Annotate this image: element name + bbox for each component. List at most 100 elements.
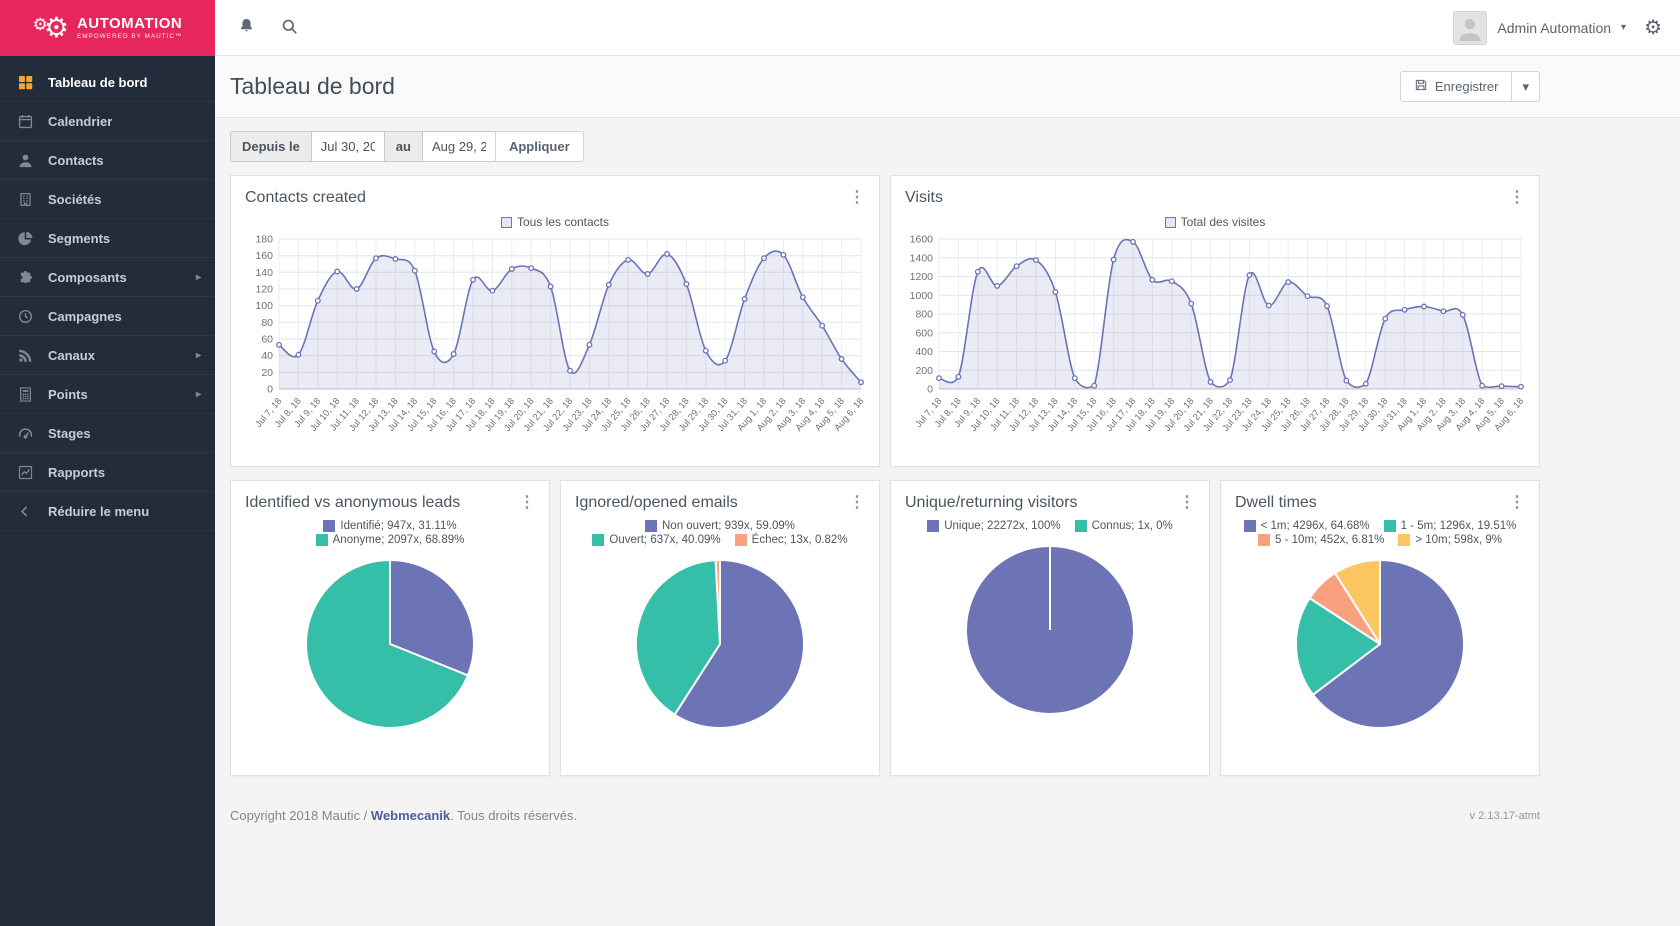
card-menu-button[interactable]: ⋮ <box>849 190 865 206</box>
sidebar-item-label: Contacts <box>48 153 104 168</box>
legend-swatch <box>1384 520 1396 532</box>
sidebar-item-stages[interactable]: Stages ▸ <box>0 414 215 453</box>
date-range-group: Depuis le au Appliquer <box>230 131 584 162</box>
svg-text:140: 140 <box>255 267 273 279</box>
chevron-down-icon: ▾ <box>1621 22 1626 33</box>
notifications-button[interactable] <box>233 13 260 43</box>
legend-item[interactable]: Ouvert; 637x, 40.09% <box>592 534 720 546</box>
svg-text:120: 120 <box>255 284 273 296</box>
user-menu[interactable]: Admin Automation ▾ <box>1453 11 1626 45</box>
visits-card: Visits ⋮ Total des visites 0200400600800… <box>890 175 1540 467</box>
legend-item[interactable]: Identifié; 947x, 31.11% <box>323 520 456 532</box>
building-icon <box>18 192 35 207</box>
legend-item[interactable]: Non ouvert; 939x, 59.09% <box>645 520 795 532</box>
page-title: Tableau de bord <box>230 73 395 100</box>
rss-icon <box>18 348 35 363</box>
date-from-input[interactable] <box>311 131 385 162</box>
sidebar-item-calendrier[interactable]: Calendrier ▸ <box>0 102 215 141</box>
legend-label: 5 - 10m; 452x, 6.81% <box>1275 534 1384 546</box>
legend-item[interactable]: 5 - 10m; 452x, 6.81% <box>1258 534 1384 546</box>
pie-charts-row: Identified vs anonymous leads ⋮ Identifi… <box>230 480 1540 776</box>
settings-button[interactable]: ⚙ <box>1644 18 1662 38</box>
svg-text:20: 20 <box>261 367 273 379</box>
sidebar-item-label: Stages <box>48 426 91 441</box>
sidebar-item-label: Réduire le menu <box>48 504 149 519</box>
legend-row: Total des visites <box>1165 215 1266 229</box>
legend-swatch <box>592 534 604 546</box>
avatar <box>1453 11 1487 45</box>
sidebar-item-campagnes[interactable]: Campagnes ▸ <box>0 297 215 336</box>
apply-button[interactable]: Appliquer <box>495 131 584 162</box>
sidebar-item-reduire-le-menu[interactable]: Réduire le menu ▸ <box>0 492 215 531</box>
search-button[interactable] <box>276 13 303 43</box>
sidebar-item-label: Calendrier <box>48 114 112 129</box>
footer: Copyright 2018 Mautic / Webmecanik. Tous… <box>230 776 1540 823</box>
sidebar-nav: Tableau de bord ▸ Calendrier ▸ Contacts … <box>0 63 215 531</box>
legend-label: Anonyme; 2097x, 68.89% <box>333 534 465 546</box>
legend-swatch <box>1165 217 1176 228</box>
card-menu-button[interactable]: ⋮ <box>1509 495 1525 511</box>
chart-icon <box>18 465 35 480</box>
legend-label: > 10m; 598x, 9% <box>1415 534 1502 546</box>
webmecanik-link[interactable]: Webmecanik <box>371 808 450 823</box>
sidebar-item-label: Segments <box>48 231 110 246</box>
legend-item[interactable]: > 10m; 598x, 9% <box>1398 534 1502 546</box>
date-to-label: au <box>384 131 423 162</box>
sidebar-item-composants[interactable]: Composants ▸ <box>0 258 215 297</box>
sidebar-item-canaux[interactable]: Canaux ▸ <box>0 336 215 375</box>
user-icon <box>18 153 35 168</box>
card-menu-button[interactable]: ⋮ <box>519 495 535 511</box>
date-to-input[interactable] <box>422 131 496 162</box>
card-menu-button[interactable]: ⋮ <box>1179 495 1195 511</box>
visitors-pie-card: Unique/returning visitors ⋮ Unique; 2227… <box>890 480 1210 776</box>
chart-legend: Non ouvert; 939x, 59.09% Ouvert; 637x, 40… <box>561 520 879 546</box>
save-dropdown-button[interactable]: ▾ <box>1511 71 1540 102</box>
chevron-right-icon: ▸ <box>196 350 201 361</box>
sidebar-item-points[interactable]: Points ▸ <box>0 375 215 414</box>
puzzle-icon <box>18 270 35 285</box>
legend-row: Non ouvert; 939x, 59.09% <box>645 520 795 532</box>
sidebar-item-label: Composants <box>48 270 127 285</box>
legend-item[interactable]: Tous les contacts <box>501 215 609 229</box>
calculator-icon <box>18 387 35 402</box>
chevron-right-icon: ▸ <box>196 389 201 400</box>
legend-item[interactable]: Total des visites <box>1165 215 1266 229</box>
legend-item[interactable]: Unique; 22272x, 100% <box>927 520 1060 532</box>
visits-chart: 02004006008001000120014001600Jul 7, 18Ju… <box>891 231 1539 453</box>
line-charts-row: Contacts created ⋮ Tous les contacts 020… <box>230 175 1540 467</box>
sidebar-item-contacts[interactable]: Contacts ▸ <box>0 141 215 180</box>
svg-text:180: 180 <box>255 234 273 246</box>
legend-swatch <box>1075 520 1087 532</box>
svg-text:40: 40 <box>261 350 273 362</box>
sidebar-item-segments[interactable]: Segments ▸ <box>0 219 215 258</box>
collapse-icon <box>18 505 35 518</box>
contacts-created-chart: 020406080100120140160180Jul 7, 18Jul 8, … <box>231 231 879 453</box>
sidebar-item-tableau-de-bord[interactable]: Tableau de bord ▸ <box>0 63 215 102</box>
chevron-down-icon: ▾ <box>1522 79 1529 94</box>
card-menu-button[interactable]: ⋮ <box>849 495 865 511</box>
svg-text:80: 80 <box>261 317 273 329</box>
legend-item[interactable]: 1 - 5m; 1296x, 19.51% <box>1384 520 1517 532</box>
bell-icon <box>237 17 256 39</box>
legend-item[interactable]: Anonyme; 2097x, 68.89% <box>316 534 465 546</box>
svg-text:1200: 1200 <box>910 271 934 283</box>
visitors-pie-chart <box>891 542 1209 718</box>
save-button[interactable]: Enregistrer <box>1400 71 1513 102</box>
legend-item[interactable]: < 1m; 4296x, 64.68% <box>1244 520 1370 532</box>
leads-pie-card: Identified vs anonymous leads ⋮ Identifi… <box>230 480 550 776</box>
card-title: Contacts created <box>245 189 366 207</box>
date-filter-toolbar: Depuis le au Appliquer <box>230 131 1540 162</box>
legend-row: Identifié; 947x, 31.11% <box>323 520 456 532</box>
legend-swatch <box>645 520 657 532</box>
legend-label: Non ouvert; 939x, 59.09% <box>662 520 795 532</box>
dashboard-content: Depuis le au Appliquer Contacts created … <box>215 131 1680 823</box>
legend-item[interactable]: Échec; 13x, 0.82% <box>735 534 848 546</box>
legend-item[interactable]: Connus; 1x, 0% <box>1075 520 1173 532</box>
legend-label: Ouvert; 637x, 40.09% <box>609 534 720 546</box>
sidebar-item-rapports[interactable]: Rapports ▸ <box>0 453 215 492</box>
sidebar-item-societes[interactable]: Sociétés ▸ <box>0 180 215 219</box>
app-logo[interactable]: ⚙⚙ AUTOMATION EMPOWERED BY MAUTIC™ <box>0 0 215 56</box>
card-title: Unique/returning visitors <box>905 494 1078 512</box>
topbar: ⚙⚙ AUTOMATION EMPOWERED BY MAUTIC™ Admin… <box>0 0 1680 56</box>
card-menu-button[interactable]: ⋮ <box>1509 190 1525 206</box>
